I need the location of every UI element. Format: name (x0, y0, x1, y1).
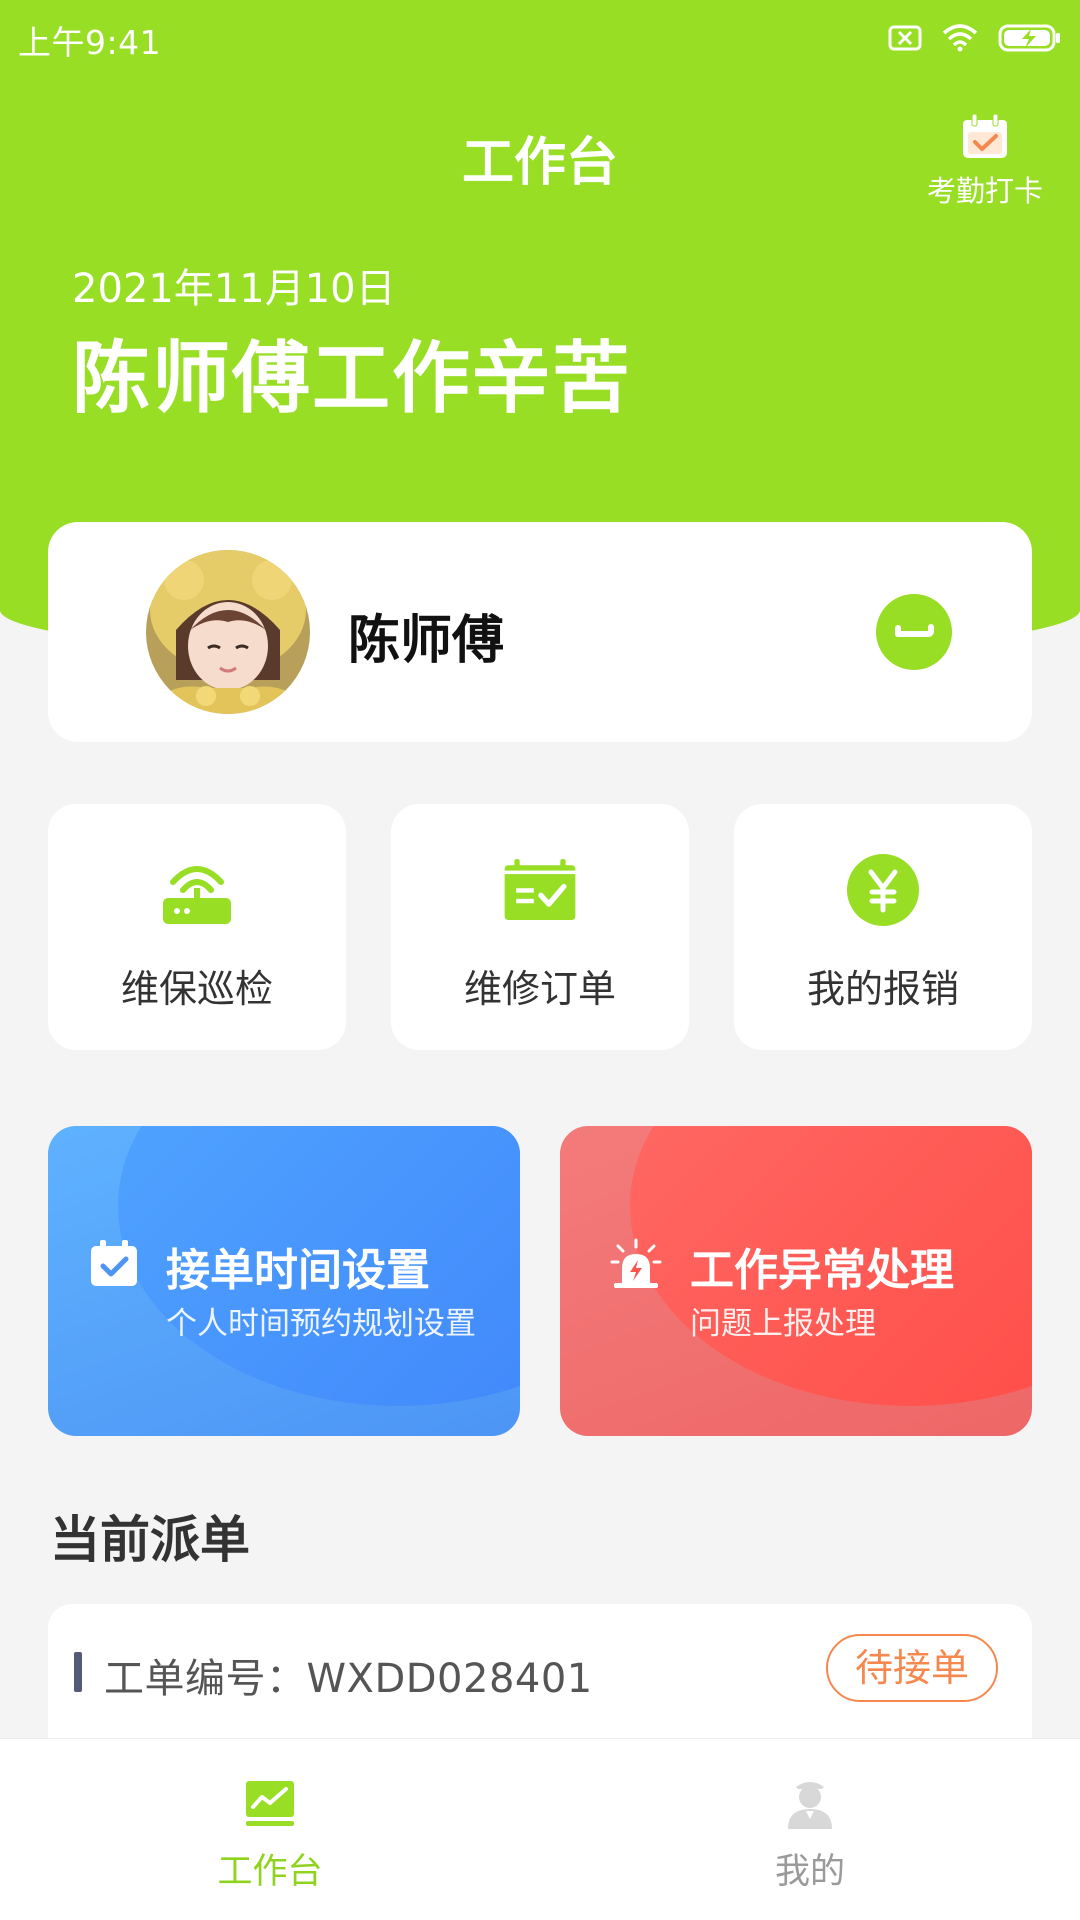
user-icon (788, 1782, 832, 1829)
nav-label: 工作台 (217, 1852, 323, 1892)
date-text: 2021年11月10日 (72, 266, 396, 312)
status-time: 上午9:41 (18, 23, 162, 62)
router-icon (159, 852, 235, 928)
order-time-settings-banner[interactable]: 接单时间设置 个人时间预约规划设置 (48, 1126, 520, 1436)
order-accent-bar (74, 1652, 82, 1692)
tile-my-reimbursement[interactable]: 我的报销 (734, 804, 1032, 1050)
tile-maintenance-inspection[interactable]: 维保巡检 (48, 804, 346, 1050)
status-bar: 上午9:41 (0, 0, 1080, 76)
profile-name: 陈师傅 (348, 611, 505, 671)
order-number: 工单编号：WXDD028401 (104, 1656, 593, 1702)
calendar-check-icon (91, 1240, 137, 1286)
nav-tab-workbench[interactable]: 工作台 (0, 1739, 540, 1920)
attendance-label: 考勤打卡 (926, 174, 1043, 208)
nav-label: 我的 (774, 1852, 845, 1892)
bottom-nav: 工作台 我的 (0, 1738, 1080, 1920)
tile-repair-orders[interactable]: 维修订单 (391, 804, 689, 1050)
calendar-check-icon (502, 852, 578, 928)
calendar-check-icon (963, 113, 1007, 158)
logout-icon (895, 624, 934, 637)
tile-label: 维保巡检 (120, 967, 273, 1011)
attendance-button[interactable]: 考勤打卡 (910, 112, 1060, 212)
yen-icon (845, 852, 921, 928)
section-title-current-dispatch: 当前派单 (50, 1511, 250, 1569)
status-icons (888, 20, 1062, 56)
chart-line-icon (246, 1781, 294, 1826)
banner-subtitle: 问题上报处理 (690, 1306, 876, 1342)
wifi-icon (942, 24, 978, 52)
alarm-light-icon (610, 1238, 662, 1288)
banner-title: 接单时间设置 (166, 1245, 430, 1296)
order-status-button[interactable]: 待接单 (826, 1634, 998, 1702)
tile-label: 我的报销 (806, 967, 959, 1011)
sim-off-icon (888, 25, 922, 51)
profile-card[interactable]: 陈师傅 (48, 522, 1032, 742)
logout-button[interactable] (876, 594, 952, 670)
avatar[interactable] (146, 550, 310, 714)
nav-tab-mine[interactable]: 我的 (540, 1739, 1080, 1920)
tile-label: 维修订单 (463, 967, 616, 1011)
battery-charging-icon (998, 24, 1060, 52)
work-exception-banner[interactable]: 工作异常处理 问题上报处理 (560, 1126, 1032, 1436)
greeting-text: 陈师傅工作辛苦 (72, 334, 633, 424)
banner-title: 工作异常处理 (690, 1245, 954, 1296)
banner-subtitle: 个人时间预约规划设置 (166, 1306, 476, 1342)
